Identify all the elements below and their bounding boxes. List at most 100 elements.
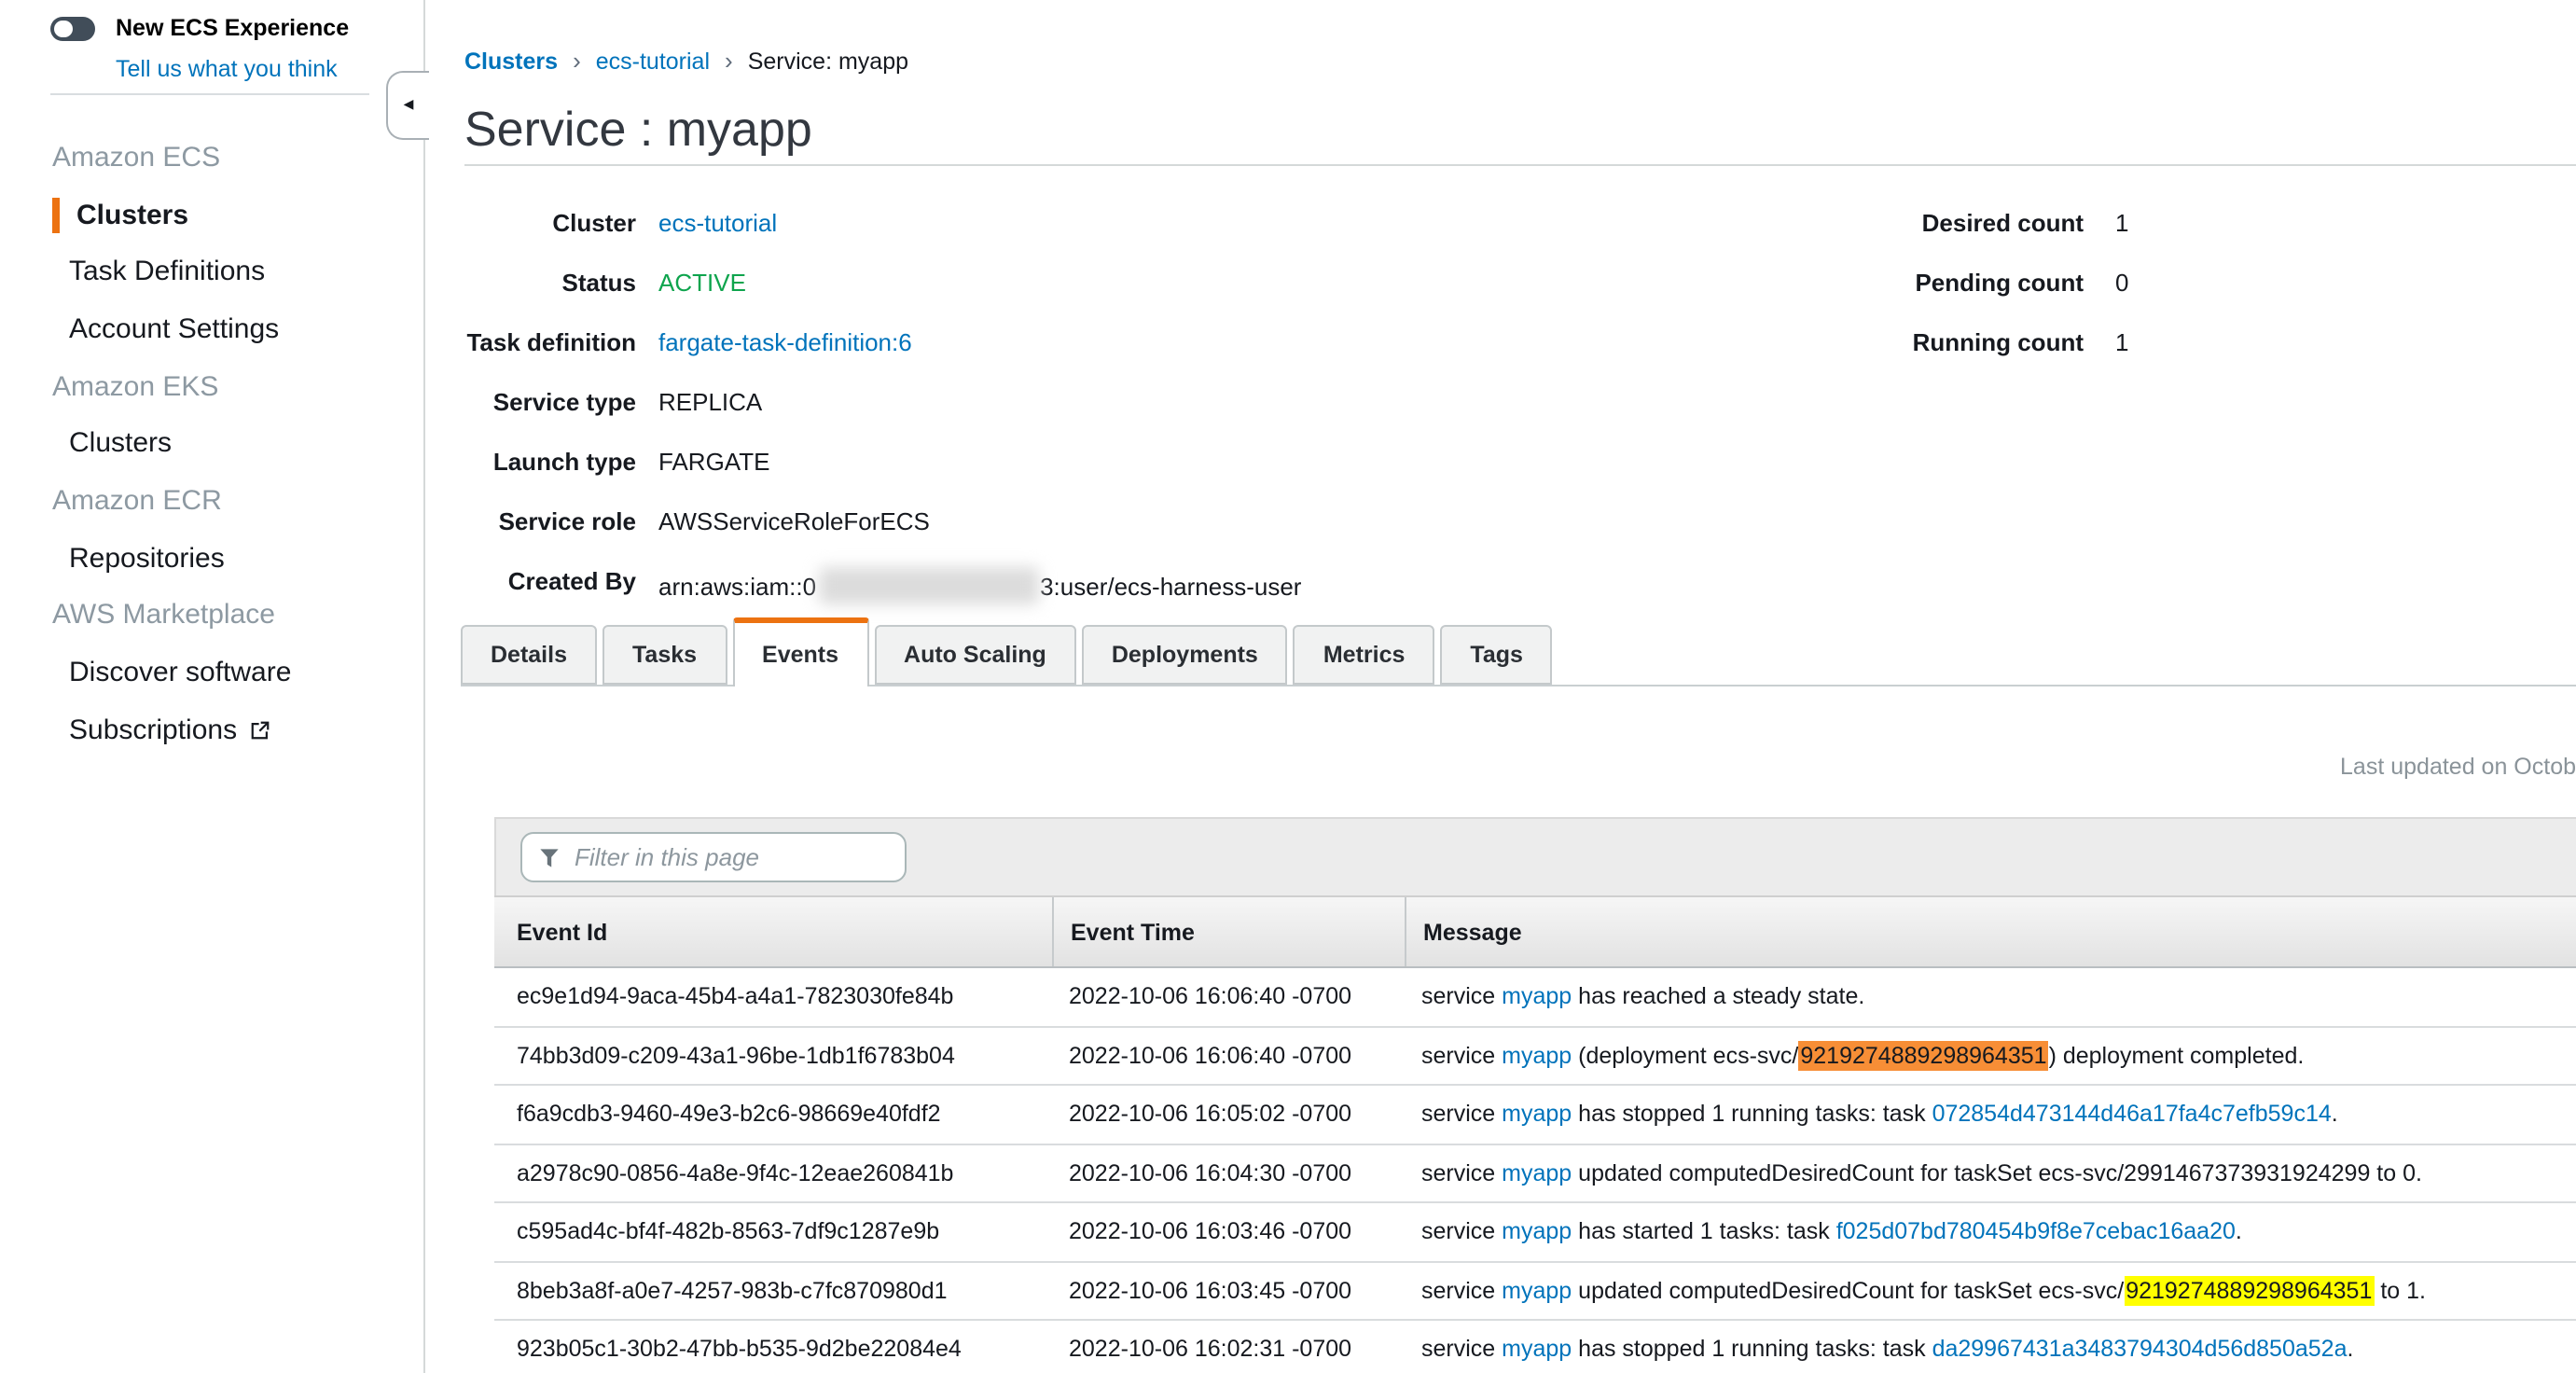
detail-row-created-by: Created By arn:aws:iam::0 3:user/ecs-harne… xyxy=(464,567,1301,604)
events-table-body: ec9e1d94-9aca-45b4-a4a1-7823030fe84b2022… xyxy=(494,968,2576,1373)
event-time-cell: 2022-10-06 16:06:40 -0700 xyxy=(1052,968,1405,1025)
filter-funnel-icon xyxy=(539,846,560,868)
new-ecs-experience-toggle[interactable] xyxy=(50,17,95,41)
text-segment: to 1. xyxy=(2374,1278,2426,1304)
text-segment: updated computedDesiredCount for taskSet… xyxy=(1572,1278,2124,1304)
sidebar-item-amazon-eks-clusters[interactable]: Clusters xyxy=(0,415,422,472)
detail-row-task-definition: Task definitionfargate-task-definition:6 xyxy=(464,328,912,356)
event-message-cell: service myapp (deployment ecs-svc/921927… xyxy=(1405,1027,2576,1084)
breadcrumb-ecs-tutorial[interactable]: ecs-tutorial xyxy=(596,49,710,75)
event-row: c595ad4c-bf4f-482b-8563-7df9c1287e9b2022… xyxy=(494,1203,2576,1262)
event-id-cell: ec9e1d94-9aca-45b4-a4a1-7823030fe84b xyxy=(494,968,1052,1025)
count-value: 1 xyxy=(2115,209,2128,237)
sidebar-item-amazon-ecs-task-definitions[interactable]: Task Definitions xyxy=(0,243,422,300)
toggle-label: New ECS Experience xyxy=(116,14,349,40)
nav-section-header-aws-marketplace: AWS Marketplace xyxy=(0,587,422,644)
tab-deployments[interactable]: Deployments xyxy=(1082,625,1288,685)
nav-section-header-amazon-ecs: Amazon ECS xyxy=(0,129,422,186)
sidebar: New ECS Experience Tell us what you thin… xyxy=(0,0,425,1373)
column-header-message[interactable]: Message xyxy=(1405,897,2576,966)
service-link[interactable]: myapp xyxy=(1502,1278,1572,1304)
task-link[interactable]: f025d07bd780454b9f8e7cebac16aa20 xyxy=(1836,1219,2236,1245)
text-segment: service xyxy=(1421,984,1502,1010)
toggle-knob-icon xyxy=(54,21,72,38)
breadcrumb-clusters[interactable]: Clusters xyxy=(464,49,558,75)
task-link[interactable]: da29967431a3483794304d56d850a52a xyxy=(1932,1337,2347,1363)
service-link[interactable]: myapp xyxy=(1502,1160,1572,1186)
count-label: Pending count xyxy=(1753,269,2084,297)
tab-tasks[interactable]: Tasks xyxy=(602,625,727,685)
event-row: f6a9cdb3-9460-49e3-b2c6-98669e40fdf22022… xyxy=(494,1086,2576,1144)
status-active-value: ACTIVE xyxy=(658,269,746,297)
event-time-cell: 2022-10-06 16:03:46 -0700 xyxy=(1052,1203,1405,1260)
column-header-event-id[interactable]: Event Id xyxy=(494,897,1052,966)
sidebar-nav: Amazon ECS Clusters Task DefinitionsAccoun… xyxy=(0,129,422,758)
tab-auto-scaling[interactable]: Auto Scaling xyxy=(874,625,1076,685)
sidebar-item-label: Repositories xyxy=(69,542,225,574)
count-value: 1 xyxy=(2115,328,2128,356)
service-link[interactable]: myapp xyxy=(1502,1043,1572,1069)
filter-box[interactable] xyxy=(520,832,907,882)
text-segment: REPLICA xyxy=(658,388,762,416)
tab-details[interactable]: Details xyxy=(461,625,597,685)
task-definition-link[interactable]: fargate-task-definition:6 xyxy=(658,328,912,356)
task-link[interactable]: 072854d473144d46a17fa4c7efb59c14 xyxy=(1932,1102,2332,1128)
sidebar-item-amazon-ecr-repositories[interactable]: Repositories xyxy=(0,530,422,587)
sidebar-item-aws-marketplace-subscriptions[interactable]: Subscriptions xyxy=(0,701,422,758)
breadcrumb: Clusters›ecs-tutorial›Service: myapp xyxy=(464,47,908,75)
event-message-cell: service myapp has started 1 tasks: task … xyxy=(1405,1203,2576,1260)
sidebar-divider xyxy=(50,93,369,95)
detail-label: Service role xyxy=(464,507,636,535)
event-row: 74bb3d09-c209-43a1-96be-1db1f6783b042022… xyxy=(494,1027,2576,1086)
event-message-cell: service myapp has stopped 1 running task… xyxy=(1405,1086,2576,1143)
count-row-desired-count: Desired count1 xyxy=(1753,209,2128,237)
tab-metrics[interactable]: Metrics xyxy=(1294,625,1435,685)
sidebar-item-aws-marketplace-discover-software[interactable]: Discover software xyxy=(0,644,422,700)
text-segment: service xyxy=(1421,1219,1502,1245)
title-divider xyxy=(464,164,2576,166)
sidebar-item-amazon-ecs-clusters[interactable]: Clusters xyxy=(0,186,422,243)
tab-events[interactable]: Events xyxy=(732,617,868,686)
detail-label: Created By xyxy=(464,567,636,595)
active-indicator xyxy=(52,197,59,232)
events-table-header: Event IdEvent TimeMessage xyxy=(494,895,2576,968)
page-title: Service : myapp xyxy=(464,101,812,159)
sidebar-item-label: Subscriptions xyxy=(69,714,237,745)
column-header-event-time[interactable]: Event Time xyxy=(1052,897,1405,966)
tab-tags[interactable]: Tags xyxy=(1440,625,1553,685)
text-segment: has stopped 1 running tasks: task xyxy=(1572,1337,1932,1363)
text-segment: service xyxy=(1421,1043,1502,1069)
text-segment: 3:user/ecs-harness-user xyxy=(1040,573,1301,601)
service-link[interactable]: myapp xyxy=(1502,1102,1572,1128)
event-time-cell: 2022-10-06 16:06:40 -0700 xyxy=(1052,1027,1405,1084)
detail-value: ecs-tutorial xyxy=(658,209,777,237)
event-time-cell: 2022-10-06 16:05:02 -0700 xyxy=(1052,1086,1405,1143)
count-row-running-count: Running count 1 xyxy=(1753,328,2128,356)
event-time-cell: 2022-10-06 16:03:45 -0700 xyxy=(1052,1262,1405,1319)
text-segment: arn:aws:iam::0 xyxy=(658,573,816,601)
service-link[interactable]: myapp xyxy=(1502,984,1572,1010)
service-link[interactable]: myapp xyxy=(1502,1219,1572,1245)
event-message-cell: service myapp has reached a steady state… xyxy=(1405,968,2576,1025)
sidebar-item-amazon-ecs-account-settings[interactable]: Account Settings xyxy=(0,300,422,357)
event-id-cell: c595ad4c-bf4f-482b-8563-7df9c1287e9b xyxy=(494,1203,1052,1260)
text-segment: . xyxy=(2236,1219,2242,1245)
sidebar-item-label: Discover software xyxy=(69,657,291,688)
service-link[interactable]: myapp xyxy=(1502,1337,1572,1363)
count-value: 0 xyxy=(2115,269,2128,297)
detail-value: ACTIVE xyxy=(658,269,746,297)
event-id-cell: a2978c90-0856-4a8e-9f4c-12eae260841b xyxy=(494,1144,1052,1201)
event-id-cell: 923b05c1-30b2-47bb-b535-9d2be22084e4 xyxy=(494,1321,1052,1373)
tab-bar: DetailsTasksEventsAuto ScalingDeployment… xyxy=(461,627,2576,686)
filter-input[interactable] xyxy=(571,841,888,873)
cluster-link[interactable]: ecs-tutorial xyxy=(658,209,777,237)
text-segment: FARGATE xyxy=(658,448,769,476)
external-link-icon xyxy=(250,719,270,740)
text-segment: service xyxy=(1421,1337,1502,1363)
feedback-link[interactable]: Tell us what you think xyxy=(116,56,338,82)
event-row: 923b05c1-30b2-47bb-b535-9d2be22084e42022… xyxy=(494,1321,2576,1373)
sidebar-item-label: Clusters xyxy=(76,199,188,230)
count-label: Running count xyxy=(1753,328,2084,356)
detail-label: Cluster xyxy=(464,209,636,237)
sidebar-collapse-button[interactable]: ◀ xyxy=(386,71,429,140)
